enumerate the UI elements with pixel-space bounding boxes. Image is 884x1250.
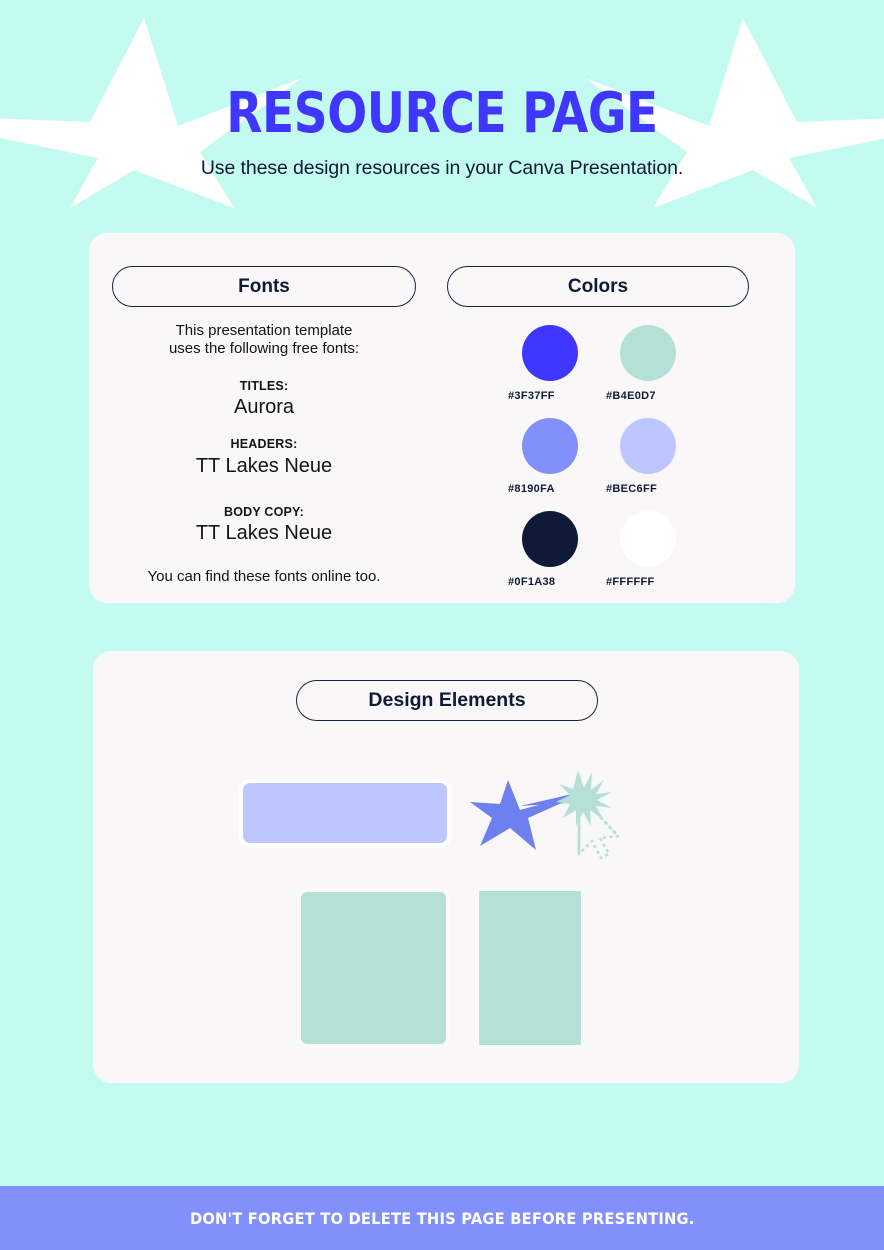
portrait-block-element [476,888,584,1048]
color-dot [620,511,676,567]
font-entry-body-copy: BODY COPY: TT Lakes Neue [112,505,416,547]
rounded-rectangle-element [239,779,451,847]
color-dot [620,418,676,474]
page-title: RESOURCE PAGE [226,81,658,146]
footer-banner: DON'T FORGET TO DELETE THIS PAGE BEFORE … [0,1186,884,1250]
fonts-intro-line-1: This presentation template [175,322,353,339]
shooting-star-element [470,770,620,860]
fonts-heading-pill: Fonts [112,266,416,307]
fonts-intro: This presentation template uses the foll… [112,322,416,359]
color-hex-label: #0F1A38 [508,576,556,588]
color-dot [522,418,578,474]
color-dot [620,325,676,381]
color-hex-label: #8190FA [508,483,555,495]
color-hex-label: #BEC6FF [606,483,657,495]
font-entry-titles: TITLES: Aurora [112,379,416,421]
color-swatch: #BEC6FF [606,418,704,495]
font-role-label: TITLES: [239,378,289,393]
page-header: RESOURCE PAGE Use these design resources… [0,0,884,210]
color-swatch: #8190FA [508,418,606,495]
page-subtitle: Use these design resources in your Canva… [200,157,684,179]
color-hex-label: #B4E0D7 [606,390,656,402]
font-name-value: Aurora [233,396,295,419]
color-swatch: #FFFFFF [606,511,704,588]
font-entry-headers: HEADERS: TT Lakes Neue [112,437,416,479]
fonts-outro: You can find these fonts online too. [147,568,381,586]
color-dot [522,511,578,567]
font-name-value: TT Lakes Neue [195,522,333,545]
color-swatch: #B4E0D7 [606,325,704,402]
color-hex-label: #3F37FF [508,390,555,402]
color-swatch: #0F1A38 [508,511,606,588]
colors-heading-pill: Colors [447,266,749,307]
color-hex-label: #FFFFFF [606,576,655,588]
font-role-label: BODY COPY: [223,504,305,519]
font-role-label: HEADERS: [230,437,298,452]
square-block-element [297,888,450,1048]
color-dot [522,325,578,381]
fonts-content: This presentation template uses the foll… [112,322,416,585]
fonts-intro-line-2: uses the following free fonts: [168,340,360,358]
color-swatch: #3F37FF [508,325,606,402]
footer-text: DON'T FORGET TO DELETE THIS PAGE BEFORE … [189,1208,695,1228]
font-name-value: TT Lakes Neue [195,454,333,477]
design-elements-heading-pill: Design Elements [296,680,598,721]
color-swatch-grid: #3F37FF #B4E0D7 #8190FA #BEC6FF #0F1A38 … [508,325,748,588]
